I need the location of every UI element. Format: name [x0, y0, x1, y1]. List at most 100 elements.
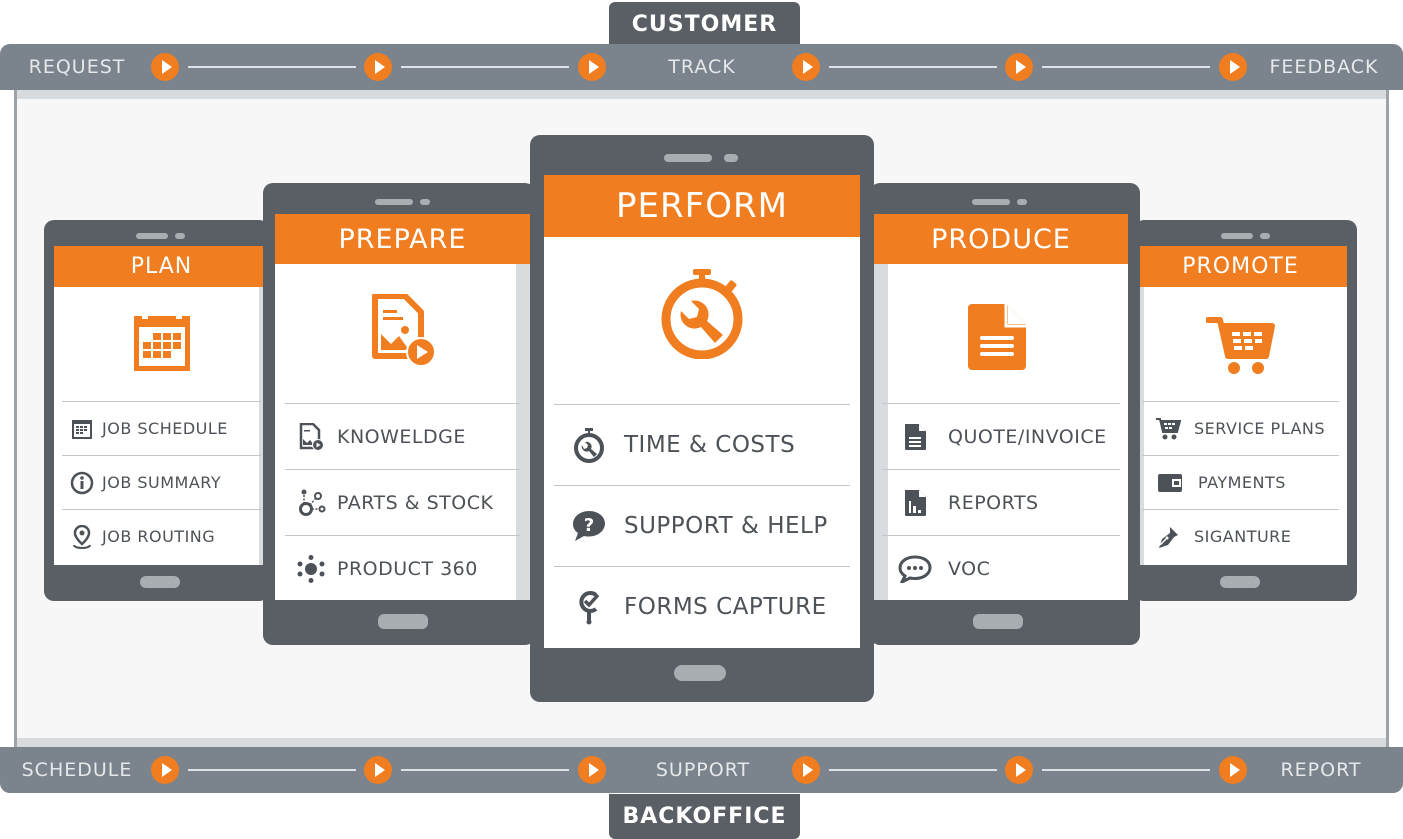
flow-stage-label: REPORT	[1280, 759, 1362, 781]
play-arrow-icon	[151, 756, 179, 784]
list-item-quote-invoice[interactable]: QUOTE/INVOICE	[882, 403, 1120, 469]
item-label: SERVICE PLANS	[1194, 419, 1326, 438]
list-item-voc[interactable]: VOC	[882, 535, 1120, 600]
customer-tab: CUSTOMER	[609, 2, 800, 47]
item-label: SUPPORT & HELP	[624, 513, 828, 539]
item-label: FORMS CAPTURE	[624, 594, 827, 620]
phone-title: PRODUCE	[874, 214, 1128, 264]
calendar-icon	[62, 418, 102, 440]
list-item-parts-stock[interactable]: PARTS & STOCK	[285, 469, 520, 535]
location-pin-icon	[62, 524, 102, 549]
item-list: JOB SCHEDULE JOB SUMMARY JOB ROUTING	[62, 401, 261, 563]
play-arrow-icon	[364, 756, 392, 784]
item-list: QUOTE/INVOICE REPORTS VOC	[882, 403, 1120, 600]
phone-speaker	[972, 199, 1010, 205]
phone-plan: PLAN JOB SCHEDULE JOB SUMMARY JOB ROUTIN…	[44, 220, 269, 601]
phone-screen: PERFORM TIME & COSTS ? SUPPORT & HELP FO…	[544, 175, 860, 648]
list-item-job-summary[interactable]: JOB SUMMARY	[62, 455, 261, 509]
stopwatch-wrench-icon	[554, 427, 624, 463]
item-label: SIGANTURE	[1194, 527, 1292, 546]
phone-home-button	[378, 614, 428, 629]
list-item-support-help[interactable]: ? SUPPORT & HELP	[554, 485, 850, 566]
flow-connector	[188, 66, 356, 68]
item-label: QUOTE/INVOICE	[948, 425, 1107, 448]
phone-perform: PERFORM TIME & COSTS ? SUPPORT & HELP FO…	[530, 135, 874, 702]
list-item-forms-capture[interactable]: FORMS CAPTURE	[554, 566, 850, 647]
item-list: KNOWELDGE PARTS & STOCK PRODUCT 360	[285, 403, 520, 600]
list-item-job-routing[interactable]: JOB ROUTING	[62, 509, 261, 563]
item-label: JOB SCHEDULE	[102, 419, 228, 438]
item-label: JOB ROUTING	[102, 527, 216, 546]
flow-connector	[1042, 66, 1210, 68]
play-arrow-icon	[1219, 756, 1247, 784]
flow-stage-label: REQUEST	[28, 56, 126, 78]
item-label: VOC	[948, 557, 991, 580]
phone-speaker	[664, 154, 712, 162]
list-item-payments[interactable]: PAYMENTS	[1142, 455, 1339, 509]
flow-stage-label: FEEDBACK	[1269, 56, 1379, 78]
phone-home-button	[140, 576, 180, 588]
phone-screen: PREPARE KNOWELDGE PARTS & STOCK PRODUCT …	[275, 214, 530, 600]
phone-prepare: PREPARE KNOWELDGE PARTS & STOCK PRODUCT …	[263, 183, 535, 645]
list-item-reports[interactable]: REPORTS	[882, 469, 1120, 535]
flow-stage-track: TRACK	[668, 44, 769, 90]
pen-nib-icon	[1142, 525, 1194, 549]
wallet-icon	[1142, 473, 1198, 493]
item-list: TIME & COSTS ? SUPPORT & HELP FORMS CAPT…	[554, 404, 850, 647]
phone-home-button	[1220, 576, 1260, 588]
phone-home-button	[674, 665, 726, 681]
item-list: SERVICE PLANS PAYMENTS SIGANTURE	[1142, 401, 1339, 563]
phone-camera	[420, 199, 430, 205]
flow-stage-feedback: FEEDBACK	[1270, 44, 1403, 90]
phone-speaker	[1221, 233, 1253, 239]
report-chart-icon	[882, 489, 948, 517]
phone-screen: PRODUCE QUOTE/INVOICE REPORTS VOC	[874, 214, 1128, 600]
phone-screen: PROMOTE SERVICE PLANS PAYMENTS SIGANTURE	[1134, 246, 1347, 565]
stopwatch-wrench-icon	[657, 267, 747, 363]
backoffice-flow-bar: SCHEDULE SUPPORT REPORT	[0, 747, 1403, 793]
flow-connector	[401, 66, 569, 68]
parts-network-icon	[285, 488, 337, 518]
phone-screen: PLAN JOB SCHEDULE JOB SUMMARY JOB ROUTIN…	[54, 246, 269, 565]
play-arrow-icon	[151, 53, 179, 81]
document-icon	[882, 423, 948, 451]
chat-bubble-icon	[882, 554, 948, 583]
info-icon	[62, 471, 102, 495]
item-label: PAYMENTS	[1198, 473, 1286, 492]
item-label: REPORTS	[948, 491, 1039, 514]
media-document-icon	[285, 422, 337, 451]
flow-stage-label: SCHEDULE	[21, 759, 133, 781]
list-item-signature[interactable]: SIGANTURE	[1142, 509, 1339, 563]
phone-camera	[175, 233, 185, 239]
phone-camera	[1260, 233, 1270, 239]
phone-title: PROMOTE	[1134, 246, 1347, 287]
phone-promote: PROMOTE SERVICE PLANS PAYMENTS SIGANTURE	[1134, 220, 1357, 601]
play-arrow-icon	[364, 53, 392, 81]
phone-camera	[1017, 199, 1027, 205]
list-item-job-schedule[interactable]: JOB SCHEDULE	[62, 401, 261, 455]
flow-connector	[829, 769, 997, 771]
phone-produce: PRODUCE QUOTE/INVOICE REPORTS VOC	[870, 183, 1140, 645]
svg-text:?: ?	[584, 515, 594, 536]
document-icon	[966, 302, 1028, 376]
flow-stage-report: REPORT	[1280, 747, 1402, 793]
backoffice-tab: BACKOFFICE	[609, 794, 800, 839]
play-arrow-icon	[792, 756, 820, 784]
flow-stage-support: SUPPORT	[656, 747, 797, 793]
list-item-product-360[interactable]: PRODUCT 360	[285, 535, 520, 600]
list-item-knowledge[interactable]: KNOWELDGE	[285, 403, 520, 469]
flow-connector	[1042, 769, 1210, 771]
item-label: PARTS & STOCK	[337, 491, 494, 514]
item-label: JOB SUMMARY	[102, 473, 222, 492]
list-item-time-costs[interactable]: TIME & COSTS	[554, 404, 850, 485]
flow-connector	[188, 769, 356, 771]
phone-title: PREPARE	[275, 214, 530, 264]
play-arrow-icon	[1005, 53, 1033, 81]
play-arrow-icon	[578, 53, 606, 81]
calendar-icon	[133, 313, 190, 375]
play-arrow-icon	[1219, 53, 1247, 81]
list-item-service-plans[interactable]: SERVICE PLANS	[1142, 401, 1339, 455]
play-arrow-icon	[578, 756, 606, 784]
phone-title: PLAN	[54, 246, 269, 287]
phone-speaker	[375, 199, 413, 205]
